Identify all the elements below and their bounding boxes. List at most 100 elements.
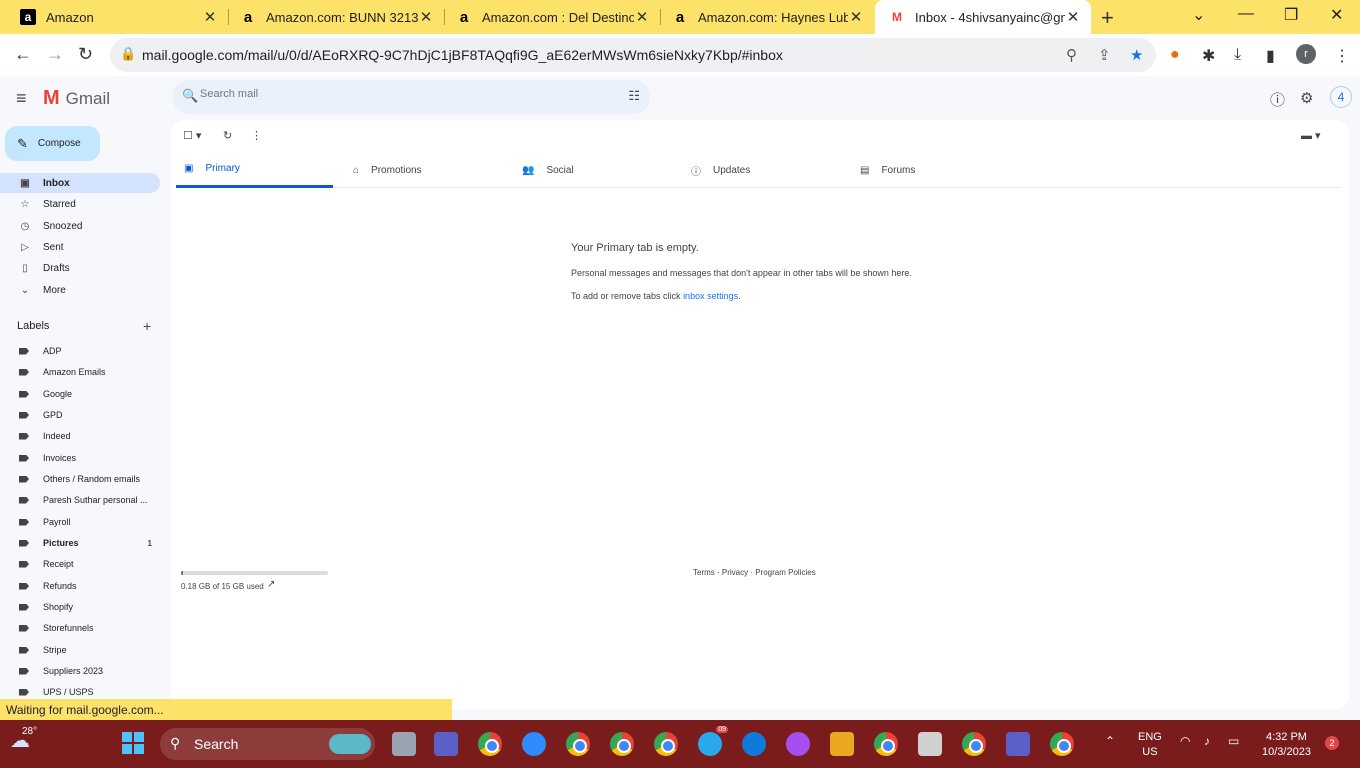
close-window-button[interactable]: ✕ — [1330, 5, 1343, 25]
browser-tab-active[interactable]: M Inbox - 4shivsanyainc@gma ✕ — [875, 0, 1091, 34]
close-tab-icon[interactable]: ✕ — [1065, 8, 1081, 26]
compose-button[interactable]: ✎ Compose — [5, 126, 100, 161]
task-view-icon[interactable] — [392, 732, 416, 756]
close-tab-icon[interactable]: ✕ — [848, 8, 864, 26]
sidebar-item-inbox[interactable]: ▣ Inbox — [0, 173, 160, 193]
chrome-profile-icon[interactable] — [874, 732, 898, 756]
label-item[interactable]: Pictures 1 — [0, 533, 160, 553]
sidebar-item-more[interactable]: ⌄ More — [0, 280, 160, 300]
label-item[interactable]: Paresh Suthar personal ... — [0, 490, 160, 510]
start-button[interactable] — [122, 732, 144, 754]
more-options-icon[interactable]: ⋮ — [251, 129, 262, 142]
select-checkbox[interactable]: ☐ ▾ — [183, 129, 201, 142]
inbox-settings-link[interactable]: inbox settings — [683, 291, 738, 301]
tab-updates[interactable]: ⓘ Updates — [683, 152, 840, 188]
back-button[interactable]: ← — [14, 44, 32, 65]
main-menu-icon[interactable]: ≡ — [16, 88, 27, 109]
label-item[interactable]: ADP — [0, 341, 160, 361]
sidebar-item-sent[interactable]: ▷ Sent — [0, 237, 160, 257]
open-external-icon[interactable]: ↗ — [267, 579, 275, 590]
battery-icon[interactable]: ▭ — [1228, 734, 1239, 748]
taskbar-search[interactable]: ⚲ Search — [160, 728, 375, 760]
lock-icon[interactable]: 🔒 — [120, 46, 136, 62]
label-item[interactable]: Amazon Emails — [0, 362, 160, 382]
chrome-profile-icon[interactable] — [566, 732, 590, 756]
search-input[interactable] — [200, 88, 580, 100]
settings-gear-icon[interactable]: ⚙ — [1300, 89, 1313, 107]
volume-icon[interactable]: ♪ — [1204, 734, 1210, 748]
label-item[interactable]: Indeed — [0, 426, 160, 446]
new-tab-button[interactable]: + — [1101, 5, 1114, 31]
search-icon[interactable]: 🔍 — [182, 88, 198, 104]
label-item[interactable]: Refunds — [0, 576, 160, 596]
messenger-app-icon[interactable] — [786, 732, 810, 756]
footer-links[interactable]: Terms · Privacy · Program Policies — [693, 568, 816, 577]
chrome-profile-icon[interactable] — [654, 732, 678, 756]
sidebar-item-snoozed[interactable]: ◷ Snoozed — [0, 216, 160, 236]
system-clock[interactable]: 4:32 PM 10/3/2023 — [1262, 730, 1311, 760]
sidebar-item-starred[interactable]: ☆ Starred — [0, 194, 160, 214]
browser-menu-icon[interactable]: ⋮ — [1334, 46, 1350, 66]
close-tab-icon[interactable]: ✕ — [634, 8, 650, 26]
refresh-icon[interactable]: ↻ — [223, 129, 232, 142]
language-indicator[interactable]: ENG US — [1138, 730, 1162, 760]
telegram-app-icon[interactable]: 09 — [698, 726, 728, 756]
close-tab-icon[interactable]: ✕ — [202, 8, 218, 26]
tab-search-icon[interactable]: ⌄ — [1192, 5, 1205, 25]
extension-icon[interactable]: ● — [1170, 46, 1180, 64]
chrome-profile-icon[interactable] — [1050, 732, 1074, 756]
meet-app-icon[interactable] — [434, 732, 458, 756]
label-item[interactable]: Google — [0, 384, 160, 404]
tab-primary[interactable]: ▣ Primary — [176, 152, 333, 188]
minimize-button[interactable]: — — [1238, 5, 1254, 23]
chrome-profile-icon[interactable] — [610, 732, 634, 756]
restore-button[interactable]: ❐ — [1284, 5, 1298, 25]
chrome-app-icon[interactable] — [478, 732, 502, 756]
tab-promotions[interactable]: ⌂ Promotions — [345, 152, 502, 188]
notification-badge[interactable]: 2 — [1325, 736, 1339, 750]
slack-app-icon[interactable] — [830, 732, 854, 756]
add-label-icon[interactable]: + — [143, 318, 151, 334]
label-item[interactable]: Shopify — [0, 597, 160, 617]
teams-app-icon[interactable] — [1006, 732, 1030, 756]
puzzle-extensions-icon[interactable]: ✱ — [1202, 46, 1215, 66]
label-item[interactable]: Others / Random emails — [0, 469, 160, 489]
browser-tab[interactable]: a Amazon.com: BUNN 32130.0 ✕ — [226, 0, 444, 34]
label-item[interactable]: Suppliers 2023 — [0, 661, 160, 681]
wifi-icon[interactable]: ◠ — [1180, 734, 1190, 748]
forward-button[interactable]: → — [46, 44, 64, 65]
browser-tab[interactable]: a Amazon.com : Del Destino F ✕ — [442, 0, 660, 34]
label-item[interactable]: Payroll — [0, 512, 160, 532]
close-tab-icon[interactable]: ✕ — [418, 8, 434, 26]
label-item[interactable]: Storefunnels — [0, 618, 160, 638]
address-bar[interactable]: 🔒 mail.google.com/mail/u/0/d/AEoRXRQ-9C7… — [110, 38, 1156, 72]
account-avatar[interactable]: 4 — [1330, 86, 1352, 108]
chevron-up-icon[interactable]: ⌃ — [1105, 734, 1115, 748]
snipping-tool-icon[interactable] — [918, 732, 942, 756]
weather-widget[interactable]: ☁ 28° — [10, 726, 37, 753]
share-icon[interactable]: ⇪ — [1098, 46, 1111, 64]
browser-profile-avatar[interactable]: r — [1296, 44, 1316, 64]
help-icon[interactable]: ⓘ — [1270, 89, 1285, 110]
label-item[interactable]: GPD — [0, 405, 160, 425]
edge-app-icon[interactable] — [742, 732, 766, 756]
tab-social[interactable]: 👥 Social — [514, 152, 671, 188]
chrome-profile-icon[interactable] — [962, 732, 986, 756]
reload-button[interactable]: ↻ — [78, 44, 93, 65]
browser-tab[interactable]: a Amazon.com: Haynes Lubri ✕ — [658, 0, 874, 34]
label-item[interactable]: Stripe — [0, 640, 160, 660]
bookmark-star-icon[interactable]: ★ — [1130, 46, 1143, 64]
zoom-app-icon[interactable] — [522, 732, 546, 756]
side-panel-icon[interactable]: ▮ — [1266, 46, 1275, 66]
download-icon[interactable]: ⤓ — [1234, 46, 1241, 64]
tab-forums[interactable]: ▤ Forums — [852, 152, 1009, 188]
search-options-icon[interactable]: ☷ — [628, 88, 640, 104]
input-tools-icon[interactable]: ▬ ▾ — [1301, 129, 1321, 142]
label-item[interactable]: Invoices — [0, 448, 160, 468]
gmail-logo[interactable]: M Gmail — [43, 87, 110, 110]
browser-tab[interactable]: a Amazon ✕ — [6, 0, 228, 34]
sidebar-item-drafts[interactable]: ▯ Drafts — [0, 258, 160, 278]
label-item[interactable]: Receipt — [0, 554, 160, 574]
browser-toolbar: ← → ↻ 🔒 mail.google.com/mail/u/0/d/AEoRX… — [0, 34, 1360, 76]
zoom-icon[interactable]: ⚲ — [1066, 46, 1077, 64]
